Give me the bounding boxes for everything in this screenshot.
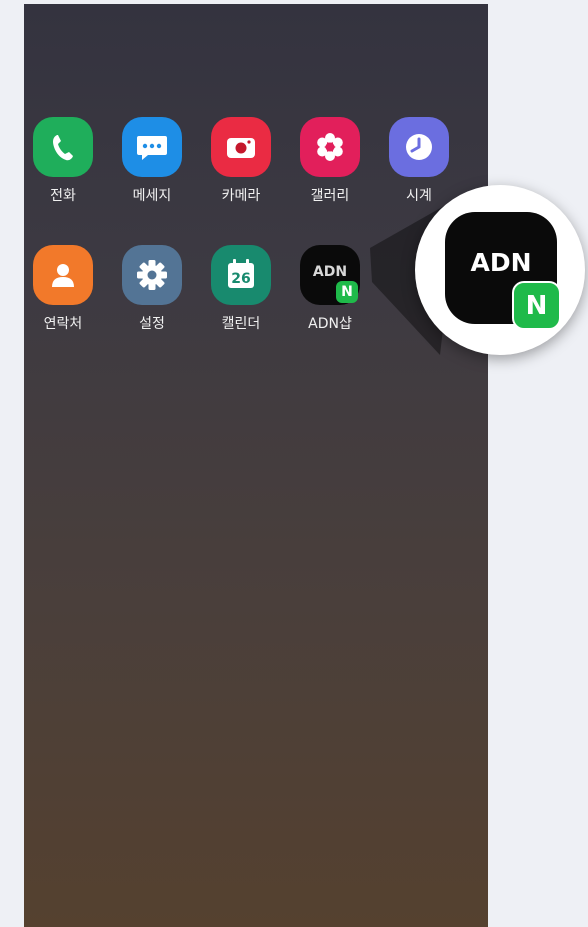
- app-contacts[interactable]: 연락처: [24, 245, 103, 333]
- app-label-camera: 카메라: [221, 188, 261, 204]
- app-camera[interactable]: 카메라: [201, 117, 281, 205]
- clock-icon: [389, 117, 449, 177]
- zoomed-naver-n-badge-icon: N: [512, 281, 561, 330]
- app-label-phone: 전화: [50, 188, 76, 204]
- app-clock[interactable]: 시계: [379, 117, 459, 205]
- settings-gear-icon: [122, 245, 182, 305]
- zoomed-adn-logo-text: ADN: [470, 247, 532, 277]
- message-icon: [122, 117, 182, 177]
- phone-icon: [33, 117, 93, 177]
- adn-logo-text: ADN: [312, 264, 348, 280]
- app-label-settings: 설정: [139, 316, 165, 332]
- app-label-messages: 메세지: [132, 188, 172, 204]
- app-label-calendar: 캘린더: [221, 316, 261, 332]
- app-label-adn-shop: ADN샵: [308, 316, 352, 332]
- camera-icon: [211, 117, 271, 177]
- gallery-flower-icon: [300, 117, 360, 177]
- app-messages[interactable]: 메세지: [112, 117, 192, 205]
- app-calendar[interactable]: 26 캘린더: [201, 245, 281, 333]
- app-label-gallery: 갤러리: [310, 188, 350, 204]
- phone-home-screen: 전화 메세지 카메라 갤러리 시계 연락처 설정 26 캘린더 ADN N AD…: [24, 4, 488, 927]
- app-gallery[interactable]: 갤러리: [290, 117, 370, 205]
- app-label-contacts: 연락처: [43, 316, 83, 332]
- app-settings[interactable]: 설정: [112, 245, 192, 333]
- calendar-day-number: 26: [231, 271, 250, 287]
- app-phone[interactable]: 전화: [24, 117, 103, 205]
- app-adn-shop[interactable]: ADN N ADN샵: [290, 245, 370, 333]
- naver-n-badge-icon: N: [336, 281, 358, 303]
- contacts-icon: [33, 245, 93, 305]
- calendar-icon: 26: [211, 245, 271, 305]
- adn-shop-icon: ADN N: [300, 245, 360, 305]
